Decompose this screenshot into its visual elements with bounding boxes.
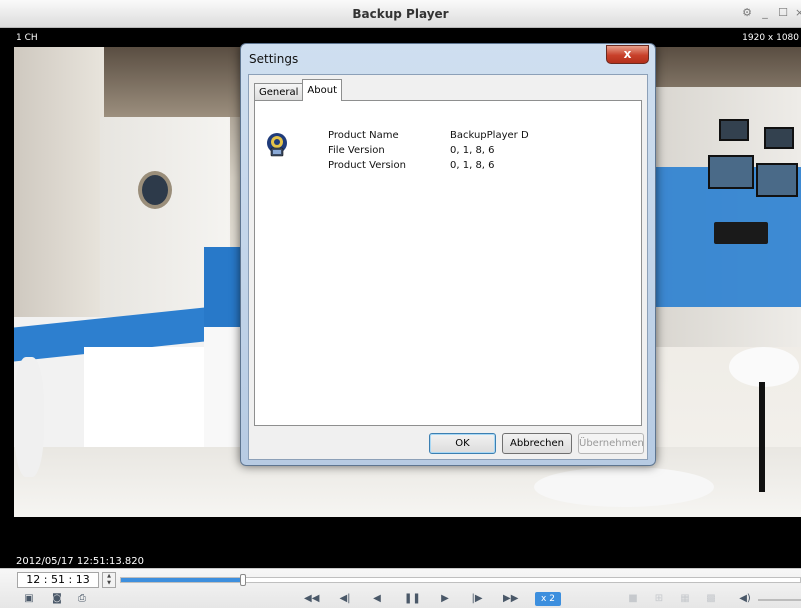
app-icon xyxy=(267,133,287,157)
time-spinner[interactable]: ▲ ▼ xyxy=(102,572,116,588)
about-info: Product Name BackupPlayer D File Version… xyxy=(328,130,529,171)
fast-rewind-icon[interactable]: ◀◀ xyxy=(304,593,319,605)
snapshot-icon[interactable]: ◙ xyxy=(50,593,64,605)
volume-icon[interactable]: ◀) xyxy=(738,593,752,605)
dialog-title: Settings xyxy=(249,52,299,66)
layout-icon[interactable]: ▣ xyxy=(22,593,36,605)
resolution-label: 1920 x 1080 xyxy=(742,33,799,43)
dialog-buttons: OK Abbrechen Übernehmen xyxy=(249,433,647,455)
maximize-icon[interactable]: ☐ xyxy=(777,6,789,19)
product-name-label: Product Name xyxy=(328,130,399,141)
window-title: Backup Player xyxy=(352,7,449,21)
minimize-icon[interactable]: _ xyxy=(759,6,771,19)
play-icon[interactable]: ▶ xyxy=(438,593,452,605)
channel-label: 1 CH xyxy=(16,33,38,43)
timeline-slider[interactable] xyxy=(120,574,801,586)
window-controls: ⚙ _ ☐ × xyxy=(741,6,801,19)
timeline-progress xyxy=(121,578,244,582)
time-input[interactable]: 12 : 51 : 13 xyxy=(17,572,99,588)
timeline-thumb[interactable] xyxy=(240,574,247,586)
playback-controls: 12 : 51 : 13 ▲ ▼ ▣ ◙ ⎙ ◀◀ ◀| ◀ ❚❚ ▶ |▶ ▶▶… xyxy=(0,568,801,608)
tab-general[interactable]: General xyxy=(254,83,304,101)
gear-icon[interactable]: ⚙ xyxy=(741,6,753,19)
about-panel: Product Name BackupPlayer D File Version… xyxy=(254,100,642,426)
product-name-value: BackupPlayer D xyxy=(450,130,529,141)
dialog-close-button[interactable]: x xyxy=(606,45,649,64)
reverse-play-icon[interactable]: ◀ xyxy=(370,593,384,605)
print-icon[interactable]: ⎙ xyxy=(75,593,89,605)
video-timestamp: 2012/05/17 12:51:13.820 xyxy=(16,556,144,567)
cancel-button[interactable]: Abbrechen xyxy=(502,433,572,454)
pause-icon[interactable]: ❚❚ xyxy=(404,593,421,605)
ok-button[interactable]: OK xyxy=(429,433,496,454)
nine-view-icon[interactable]: ▦ xyxy=(678,593,692,605)
product-version-value: 0, 1, 8, 6 xyxy=(450,160,495,171)
tab-strip: General About xyxy=(254,79,342,101)
speed-badge[interactable]: x 2 xyxy=(535,592,561,606)
step-back-icon[interactable]: ◀| xyxy=(338,593,352,605)
volume-slider[interactable] xyxy=(758,599,801,601)
quad-view-icon[interactable]: ⊞ xyxy=(652,593,666,605)
file-version-label: File Version xyxy=(328,145,385,156)
title-bar: Backup Player ⚙ _ ☐ × xyxy=(0,0,801,28)
fast-forward-icon[interactable]: ▶▶ xyxy=(503,593,518,605)
step-forward-icon[interactable]: |▶ xyxy=(470,593,484,605)
file-version-value: 0, 1, 8, 6 xyxy=(450,145,495,156)
tab-about[interactable]: About xyxy=(302,79,342,101)
product-version-label: Product Version xyxy=(328,160,406,171)
sixteen-view-icon[interactable]: ▩ xyxy=(704,593,718,605)
dialog-body: General About Product Name BackupPlayer … xyxy=(248,74,648,460)
single-view-icon[interactable]: ■ xyxy=(626,593,640,605)
close-icon[interactable]: × xyxy=(795,6,801,19)
settings-dialog: Settings x General About Product Name Ba… xyxy=(240,43,656,466)
apply-button[interactable]: Übernehmen xyxy=(578,433,644,454)
